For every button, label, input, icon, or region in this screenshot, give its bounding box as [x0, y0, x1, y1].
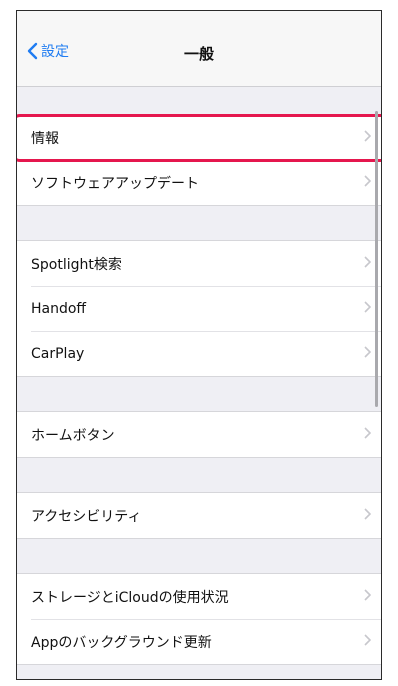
row-accessibility[interactable]: アクセシビリティ [17, 493, 381, 538]
settings-group-accessibility: アクセシビリティ [17, 492, 381, 539]
navigation-bar: 設定 一般 [17, 11, 381, 87]
row-software-update[interactable]: ソフトウェアアップデート [17, 160, 381, 205]
settings-group-storage: ストレージとiCloudの使用状況 Appのバックグラウンド更新 [17, 573, 381, 665]
page-title: 一般 [183, 45, 214, 63]
settings-group-search: Spotlight検索 Handoff CarPlay [17, 240, 381, 377]
chevron-right-icon [364, 129, 372, 146]
chevron-right-icon [364, 633, 372, 650]
row-carplay[interactable]: CarPlay [17, 331, 381, 376]
row-label: ホームボタン [31, 427, 115, 444]
settings-group-home-button: ホームボタン [17, 411, 381, 458]
chevron-right-icon [364, 345, 372, 362]
row-spotlight[interactable]: Spotlight検索 [17, 241, 381, 286]
row-label: ソフトウェアアップデート [31, 175, 199, 192]
row-label: Appのバックグラウンド更新 [31, 634, 212, 651]
row-label: CarPlay [31, 345, 85, 362]
row-label: ストレージとiCloudの使用状況 [31, 589, 229, 606]
chevron-right-icon [364, 300, 372, 317]
chevron-right-icon [364, 255, 372, 272]
row-label: アクセシビリティ [31, 508, 142, 525]
row-background-refresh[interactable]: Appのバックグラウンド更新 [17, 619, 381, 664]
chevron-right-icon [364, 588, 372, 605]
settings-list: 情報 ソフトウェアアップデート Spotlight検索 Handoff CarP… [17, 88, 381, 665]
row-storage-icloud[interactable]: ストレージとiCloudの使用状況 [17, 574, 381, 619]
row-handoff[interactable]: Handoff [17, 286, 381, 331]
chevron-right-icon [364, 507, 372, 524]
settings-group-about: 情報 ソフトウェアアップデート [17, 114, 381, 206]
row-label: Spotlight検索 [31, 256, 122, 273]
row-label: 情報 [31, 130, 59, 147]
chevron-right-icon [364, 426, 372, 443]
row-label: Handoff [31, 300, 87, 317]
scrollbar[interactable] [375, 111, 378, 407]
row-about[interactable]: 情報 [17, 115, 381, 160]
chevron-right-icon [364, 174, 372, 191]
row-home-button[interactable]: ホームボタン [17, 412, 381, 457]
phone-screen: 設定 一般 情報 ソフトウェアアップデート Spotlight検索 Handof… [16, 10, 382, 680]
